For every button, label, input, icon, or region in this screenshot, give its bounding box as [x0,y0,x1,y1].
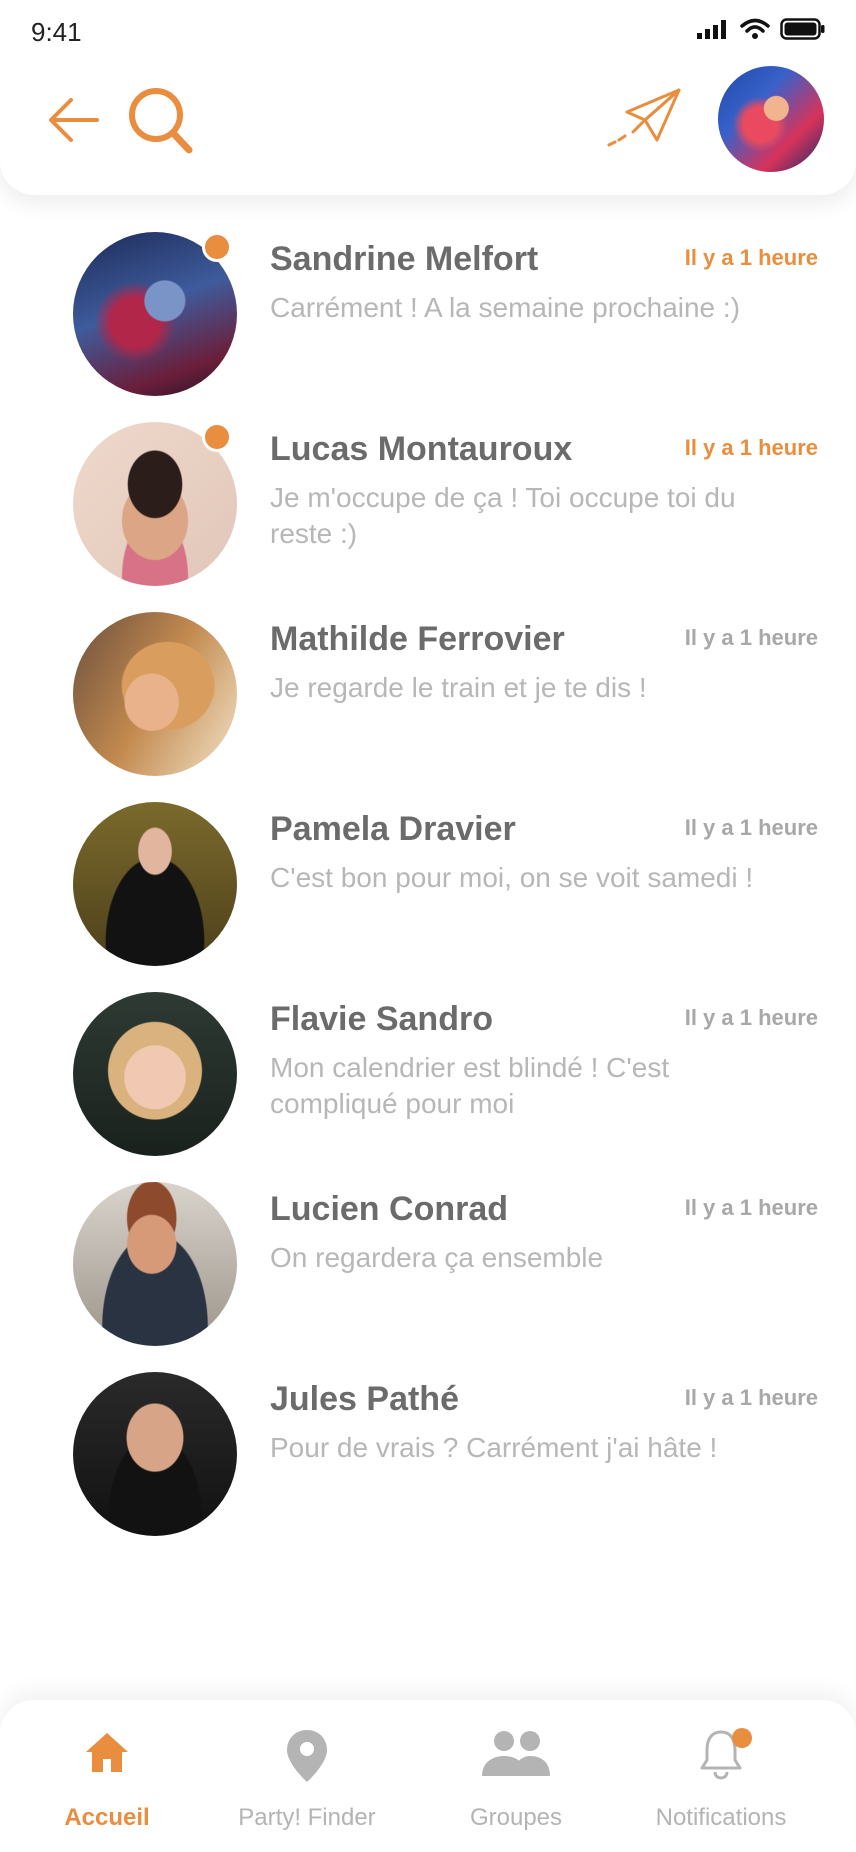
nav-label: Notifications [655,1804,787,1831]
contact-name: Jules Pathé [270,1380,459,1418]
message-preview: Pour de vrais ? Carrément j'ai hâte ! [270,1432,718,1463]
nav-label: Groupes [469,1804,563,1831]
message-time: Il y a 1 heure [684,435,818,460]
nav-label: Accueil [64,1804,150,1831]
contact-name: Lucien Conrad [270,1190,509,1228]
message-preview: Je regarde le train et je te dis ! [270,672,647,703]
user-avatar[interactable] [718,66,824,172]
message-preview: Je m'occupe de ça ! Toi occupe toi du re… [270,482,736,549]
message-time: Il y a 1 heure [684,1195,818,1220]
nav-party-finder[interactable]: Party! Finder [200,1700,414,1852]
message-preview: Carrément ! A la semaine prochaine :) [270,292,741,323]
message-preview: C'est bon pour moi, on se voit samedi ! [270,862,754,893]
conversation-item[interactable]: Mathilde Ferrovier Il y a 1 heure Je reg… [0,575,856,776]
message-preview: Mon calendrier est blindé ! C'est compli… [270,1052,670,1119]
contact-name: Flavie Sandro [270,1000,493,1038]
search-icon[interactable] [125,84,195,156]
location-pin-icon [287,1730,327,1782]
contact-avatar [73,612,237,776]
contact-name: Pamela Dravier [270,810,516,848]
contact-avatar [73,802,237,966]
conversation-item[interactable]: Flavie Sandro Il y a 1 heure Mon calendr… [0,955,856,1156]
contact-name: Sandrine Melfort [270,240,539,278]
contact-name: Mathilde Ferrovier [270,620,565,658]
contact-avatar [73,1372,237,1536]
message-time: Il y a 1 heure [684,815,818,840]
unread-dot [202,422,232,452]
nav-label: Party! Finder [238,1804,376,1831]
wifi-icon [740,18,770,39]
contact-avatar [73,1182,237,1346]
message-preview: On regardera ça ensemble [270,1242,604,1273]
conversation-item[interactable]: Lucas Montauroux Il y a 1 heure Je m'occ… [0,385,856,586]
contact-name: Lucas Montauroux [270,430,573,468]
send-icon[interactable] [605,84,685,152]
conversation-item[interactable]: Sandrine Melfort Il y a 1 heure Carrémen… [0,195,856,396]
notification-badge [732,1728,752,1748]
bottom-nav: Accueil Party! Finder Groupes Notificati… [0,1700,856,1852]
home-icon [86,1733,128,1772]
message-time: Il y a 1 heure [684,245,818,270]
unread-dot [202,232,232,262]
message-time: Il y a 1 heure [684,1385,818,1410]
top-header: 9:41 [0,0,856,195]
status-time: 9:41 [31,17,82,47]
nav-accueil[interactable]: Accueil [0,1700,214,1852]
contact-avatar [73,992,237,1156]
status-icons [696,18,826,40]
conversation-item[interactable]: Pamela Dravier Il y a 1 heure C'est bon … [0,765,856,966]
message-time: Il y a 1 heure [684,625,818,650]
group-icon [482,1731,550,1776]
back-arrow-icon[interactable] [45,92,101,148]
conversation-item[interactable]: Lucien Conrad Il y a 1 heure On regarder… [0,1145,856,1346]
conversation-item[interactable]: Jules Pathé Il y a 1 heure Pour de vrais… [0,1335,856,1536]
nav-notifications[interactable]: Notifications [614,1700,828,1852]
battery-icon [780,18,825,40]
signal-icon [697,20,726,39]
nav-groupes[interactable]: Groupes [409,1700,623,1852]
conversation-list: Sandrine Melfort Il y a 1 heure Carrémen… [0,195,856,1700]
message-time: Il y a 1 heure [684,1005,818,1030]
